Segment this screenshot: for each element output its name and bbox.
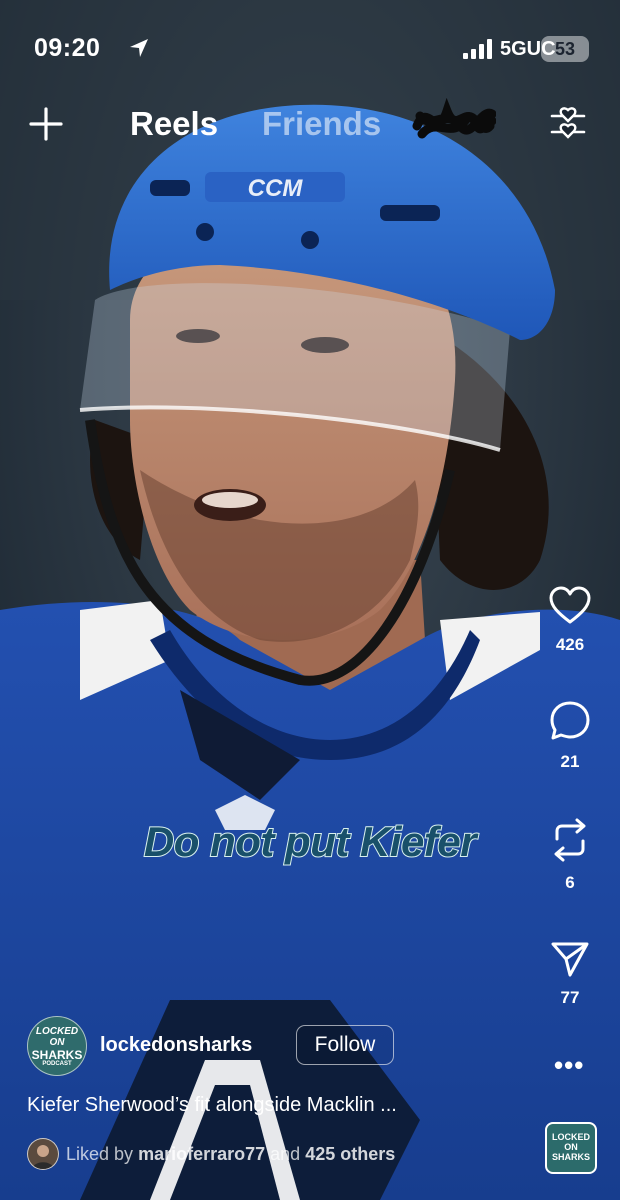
video-image: CCM bbox=[0, 0, 620, 1200]
avatar-logo-line3: SHARKS bbox=[31, 1048, 83, 1062]
tab-friends[interactable]: Friends bbox=[262, 105, 381, 143]
status-bar: 09:20 5GUC 53 bbox=[0, 0, 620, 95]
tab-reels[interactable]: Reels bbox=[130, 105, 218, 143]
reels-screen: CCM 09:20 5GUC 53 Reels Friends Do not p… bbox=[0, 0, 620, 1200]
like-button[interactable]: 426 bbox=[540, 585, 600, 655]
audio-thumbnail[interactable]: LOCKED ON SHARKS bbox=[545, 1122, 597, 1174]
audio-logo-line2: ON bbox=[564, 1142, 578, 1152]
redaction-scribble bbox=[412, 97, 496, 139]
profile-avatar[interactable]: LOCKED ON SHARKS PODCAST bbox=[27, 1016, 87, 1076]
liked-by-text[interactable]: Liked by marioferraro77 and 425 others bbox=[66, 1144, 395, 1165]
liked-by-avatar[interactable] bbox=[27, 1138, 59, 1170]
follow-button[interactable]: Follow bbox=[296, 1025, 394, 1065]
battery-icon: 53 bbox=[541, 36, 589, 62]
heart-icon bbox=[549, 586, 591, 624]
repost-button[interactable]: 6 bbox=[540, 817, 600, 893]
comment-count: 21 bbox=[560, 752, 580, 771]
liked-prefix: Liked by bbox=[66, 1144, 134, 1164]
post-description[interactable]: Kiefer Sherwood’s fit alongside Macklin … bbox=[27, 1094, 397, 1117]
share-count: 77 bbox=[560, 988, 580, 1007]
repost-icon bbox=[554, 818, 586, 862]
status-time: 09:20 bbox=[34, 34, 101, 62]
signal-icon bbox=[463, 39, 492, 59]
filter-icon[interactable] bbox=[548, 104, 588, 144]
share-button[interactable]: 77 bbox=[540, 940, 600, 1008]
like-count: 426 bbox=[555, 635, 585, 654]
svg-text:CCM: CCM bbox=[248, 175, 304, 202]
audio-logo-line3: SHARKS bbox=[551, 1152, 590, 1162]
username[interactable]: lockedonsharks bbox=[100, 1034, 252, 1057]
video-caption: Do not put Kiefer bbox=[143, 817, 478, 866]
avatar-logo-line2: ON bbox=[49, 1037, 65, 1048]
plus-icon[interactable] bbox=[28, 106, 64, 142]
avatar-logo-line1: LOCKED bbox=[35, 1026, 79, 1037]
liked-user[interactable]: marioferraro77 bbox=[138, 1144, 265, 1164]
more-options-icon[interactable]: ••• bbox=[554, 1052, 584, 1080]
repost-count: 6 bbox=[565, 873, 575, 892]
send-icon bbox=[551, 942, 589, 977]
video-frame[interactable]: CCM bbox=[0, 0, 620, 1200]
avatar-logo-line4: PODCAST bbox=[42, 1061, 72, 1067]
comment-icon bbox=[550, 701, 590, 740]
audio-logo-line1: LOCKED bbox=[552, 1132, 590, 1142]
liked-and: and bbox=[270, 1144, 301, 1164]
comment-button[interactable]: 21 bbox=[540, 700, 600, 772]
battery-level: 53 bbox=[554, 39, 576, 59]
person-icon bbox=[32, 1145, 54, 1169]
liked-others[interactable]: 425 others bbox=[305, 1144, 395, 1164]
location-arrow-icon bbox=[130, 39, 148, 57]
